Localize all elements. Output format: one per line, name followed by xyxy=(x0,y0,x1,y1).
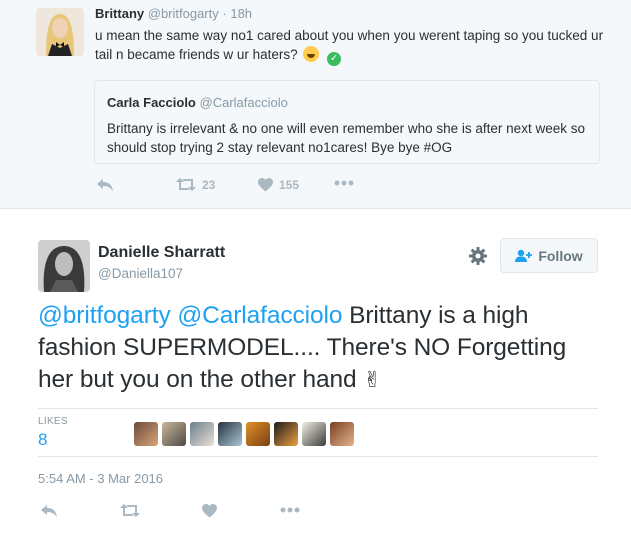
stats-bottom-divider xyxy=(38,456,598,457)
section-divider xyxy=(0,208,631,209)
liker-avatar[interactable] xyxy=(218,422,242,446)
quoted-tweet[interactable]: Carla Facciolo @Carlafacciolo Brittany i… xyxy=(94,80,600,164)
mention-link[interactable]: @britfogarty xyxy=(38,302,171,329)
quoted-tweet-text: Brittany is irrelevant & no one will eve… xyxy=(107,121,585,155)
main-author-handle[interactable]: @Daniella107 xyxy=(98,266,183,281)
main-author-name[interactable]: Danielle Sharratt xyxy=(98,244,225,262)
more-button[interactable] xyxy=(280,507,300,513)
danielle-avatar[interactable] xyxy=(38,240,90,292)
mention-link[interactable]: @Carlafacciolo xyxy=(177,302,342,329)
liker-avatar[interactable] xyxy=(274,422,298,446)
stats-top-divider xyxy=(38,408,598,409)
reply-button[interactable] xyxy=(40,504,58,518)
liker-avatar[interactable] xyxy=(246,422,270,446)
parent-tweet-body: u mean the same way no1 cared about you … xyxy=(95,28,604,62)
more-dots-icon xyxy=(280,507,300,513)
retweet-button[interactable] xyxy=(120,503,140,518)
quoted-author-name: Carla Facciolo xyxy=(107,95,196,110)
parent-author-handle[interactable]: @britfogarty xyxy=(148,6,219,21)
laughing-emoji-icon xyxy=(303,46,320,62)
tweet-timestamp[interactable]: 5:54 AM - 3 Mar 2016 xyxy=(38,471,163,486)
main-tweet-text: @britfogarty @Carlafacciolo Brittany is … xyxy=(38,300,598,396)
reply-icon xyxy=(97,179,113,191)
header-separator: · xyxy=(222,6,227,21)
liker-avatar[interactable] xyxy=(190,422,214,446)
liker-avatar[interactable] xyxy=(134,422,158,446)
retweet-icon xyxy=(176,178,196,191)
quoted-author-handle: @Carlafacciolo xyxy=(199,95,288,110)
parent-author-name[interactable]: Brittany xyxy=(95,6,144,21)
liker-avatar[interactable] xyxy=(162,422,186,446)
liker-avatar[interactable] xyxy=(330,422,354,446)
likes-count[interactable]: 8 xyxy=(38,430,47,450)
parent-tweet-text: u mean the same way no1 cared about you … xyxy=(95,26,605,66)
follow-button-label: Follow xyxy=(538,247,583,264)
brittany-avatar[interactable] xyxy=(36,8,84,56)
peace-sign-emoji-icon: ✌ xyxy=(363,367,382,392)
gear-icon[interactable] xyxy=(468,246,488,266)
more-button[interactable] xyxy=(334,180,354,186)
reply-icon xyxy=(41,505,57,517)
likes-label: LIKES xyxy=(38,416,68,427)
quoted-tweet-header: Carla Facciolo @Carlafacciolo xyxy=(107,95,288,110)
follow-button[interactable]: Follow xyxy=(500,238,598,273)
retweet-icon xyxy=(120,504,140,517)
like-button[interactable] xyxy=(202,504,217,518)
check-mark-icon: ✓ xyxy=(327,52,342,66)
heart-icon xyxy=(202,504,217,518)
likers-avatars xyxy=(134,422,354,446)
liker-avatar[interactable] xyxy=(302,422,326,446)
retweet-button[interactable]: 23 xyxy=(176,177,215,192)
like-count: 155 xyxy=(279,178,300,192)
more-dots-icon xyxy=(334,180,354,186)
retweet-count: 23 xyxy=(202,177,216,192)
add-user-icon xyxy=(515,249,533,262)
like-button[interactable]: 155 xyxy=(258,178,299,192)
parent-tweet-header: Brittany @britfogarty · 18h xyxy=(95,6,252,21)
parent-tweet: Brittany @britfogarty · 18h u mean the s… xyxy=(0,0,631,208)
parent-tweet-time[interactable]: 18h xyxy=(230,6,252,21)
reply-button[interactable] xyxy=(96,178,114,192)
heart-icon xyxy=(258,178,273,192)
